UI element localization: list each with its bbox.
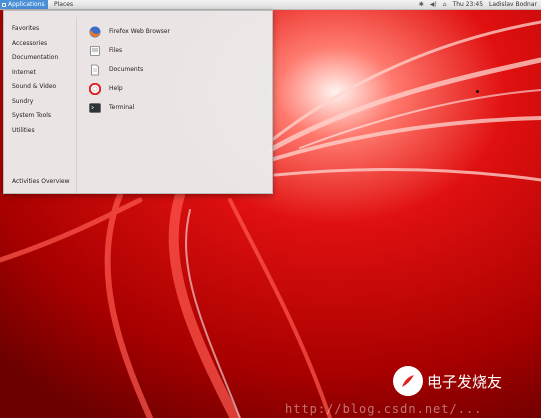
app-item-files[interactable]: Files [89, 41, 170, 60]
app-list: Firefox Web Browser Files Documents Help [89, 22, 170, 117]
firefox-icon [89, 26, 101, 37]
user-menu[interactable]: Ladislav Bodnar [489, 0, 537, 9]
volume-icon[interactable]: ◀) [430, 0, 437, 9]
help-icon [89, 82, 101, 95]
applications-label: Applications [8, 1, 45, 8]
app-item-firefox[interactable]: Firefox Web Browser [89, 22, 170, 41]
network-icon[interactable]: ⌂ [443, 0, 447, 9]
category-list: Favorites Accessories Documentation Inte… [12, 22, 58, 138]
category-favorites[interactable]: Favorites [12, 22, 58, 37]
app-item-help[interactable]: Help [89, 79, 170, 98]
places-menu-button[interactable]: Places [54, 0, 73, 9]
brand-watermark: 电子发烧友 [393, 366, 502, 396]
category-internet[interactable]: Internet [12, 66, 58, 81]
applications-menu: Favorites Accessories Documentation Inte… [3, 10, 273, 194]
app-label: Files [109, 47, 123, 54]
activities-overview-link[interactable]: Activities Overview [12, 178, 70, 185]
mouse-cursor [476, 90, 479, 93]
app-item-terminal[interactable]: Terminal [89, 98, 170, 117]
applications-menu-button[interactable]: Applications [0, 0, 48, 9]
places-label: Places [54, 1, 74, 8]
clock[interactable]: Thu 23:45 [453, 0, 483, 9]
category-sundry[interactable]: Sundry [12, 95, 58, 110]
app-label: Help [109, 85, 123, 92]
app-label: Documents [109, 66, 144, 73]
category-accessories[interactable]: Accessories [12, 37, 58, 52]
category-sound-video[interactable]: Sound & Video [12, 80, 58, 95]
app-label: Firefox Web Browser [109, 28, 171, 35]
applications-icon [2, 2, 6, 7]
category-documentation[interactable]: Documentation [12, 51, 58, 66]
top-panel: Applications Places ✱ ◀) ⌂ Thu 23:45 Lad… [0, 0, 541, 10]
terminal-icon [89, 102, 101, 113]
url-watermark: http://blog.csdn.net/... [285, 402, 483, 416]
watermark-brand-text: 电子发烧友 [427, 372, 503, 391]
category-utilities[interactable]: Utilities [12, 124, 58, 139]
system-tray: ✱ ◀) ⌂ Thu 23:45 Ladislav Bodnar [419, 0, 537, 9]
watermark-logo [393, 366, 423, 396]
files-icon [90, 45, 100, 56]
app-item-documents[interactable]: Documents [89, 60, 170, 79]
documents-icon [91, 64, 99, 75]
app-label: Terminal [109, 104, 135, 111]
bluetooth-icon[interactable]: ✱ [419, 0, 424, 9]
menu-divider [76, 17, 77, 193]
category-system-tools[interactable]: System Tools [12, 109, 58, 124]
